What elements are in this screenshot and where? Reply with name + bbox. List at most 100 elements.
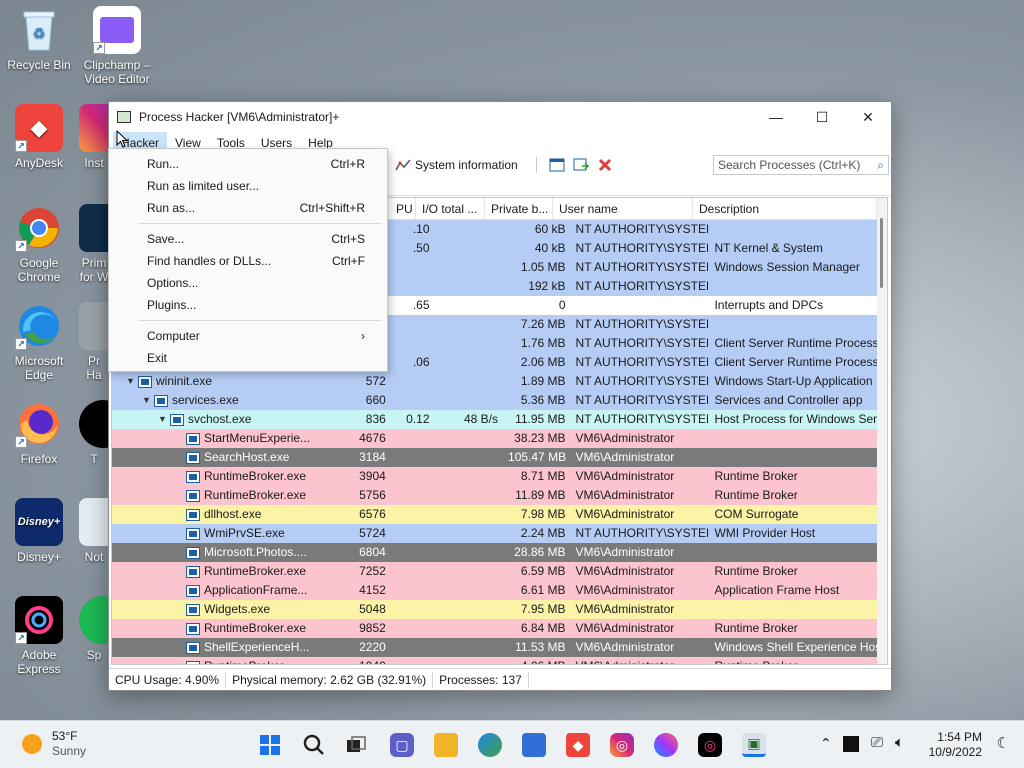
close-button[interactable]: ✕ — [845, 102, 891, 132]
table-row[interactable]: RuntimeBroker... 1940 4.06 MBVM6\Administr… — [112, 657, 887, 664]
menu-item-find-handles[interactable]: Find handles or DLLs... Ctrl+F — [109, 250, 387, 272]
table-row[interactable]: WmiPrvSE.exe 5724 2.24 MB NT AUTHORITY\SYST… — [112, 524, 887, 543]
system-information-button[interactable]: System information — [391, 158, 518, 172]
terminate-icon[interactable] — [597, 158, 613, 172]
file-explorer-button[interactable] — [434, 733, 458, 757]
clock[interactable]: 1:54 PM 10/9/2022 — [929, 730, 982, 760]
volume-icon[interactable]: 🔈︎ — [895, 734, 904, 751]
process-hacker-taskbar-button[interactable]: ▣ — [742, 733, 766, 757]
private-bytes-cell: 2.06 MB — [520, 355, 566, 369]
desktop-icon-instagram[interactable]: Inst — [79, 104, 109, 170]
table-row[interactable]: RuntimeBroker.exe 3904 8.71 MB VM6\Administ… — [112, 467, 887, 486]
column-cpu[interactable]: PU — [392, 198, 416, 219]
menu-item-computer[interactable]: Computer › — [109, 325, 387, 347]
edge-taskbar-button[interactable] — [478, 733, 502, 757]
table-row[interactable]: RuntimeBroker.exe 7252 6.59 MB VM6\Administ… — [112, 562, 887, 581]
desktop-icon-process-hacker[interactable]: Pr Ha — [79, 302, 109, 382]
column-io-total[interactable]: I/O total ... — [416, 198, 485, 219]
desktop-icon-tiktok[interactable]: T — [79, 400, 109, 466]
process-name-cell[interactable]: Widgets.exe — [112, 600, 341, 619]
title-bar[interactable]: Process Hacker [VM6\Administrator]+ — ☐ … — [109, 102, 891, 132]
menu-item-run-as[interactable]: Run as... Ctrl+Shift+R — [109, 197, 387, 219]
desktop-icon-anydesk[interactable]: ◆ ↗ AnyDesk — [1, 104, 77, 170]
process-name: svchost.exe — [188, 412, 252, 426]
window-icon[interactable] — [549, 158, 565, 172]
scrollbar-thumb[interactable] — [880, 218, 883, 288]
desktop-icon-edge[interactable]: ↗ Microsoft Edge — [1, 302, 77, 382]
network-icon[interactable]: ⎚ — [871, 734, 883, 751]
table-row[interactable]: ShellExperienceH... 2220 11.53 MB VM6\Admin… — [112, 638, 887, 657]
menu-item-save[interactable]: Save... Ctrl+S — [109, 228, 387, 250]
expand-arrow-icon[interactable]: ▼ — [142, 391, 154, 410]
tray-app-icon[interactable] — [843, 736, 859, 752]
process-name-cell[interactable]: dllhost.exe — [112, 505, 341, 524]
menu-item-run-limited[interactable]: Run as limited user... — [109, 175, 387, 197]
menu-item-options[interactable]: Options... — [109, 272, 387, 294]
process-name-cell[interactable]: RuntimeBroker.exe — [112, 619, 341, 638]
desktop-icon-firefox[interactable]: ↗ Firefox — [1, 400, 77, 466]
process-name-cell[interactable]: ▼ services.exe — [112, 391, 341, 410]
process-name-cell[interactable]: SearchHost.exe — [112, 448, 341, 467]
process-name-cell[interactable]: RuntimeBroker.exe — [112, 486, 341, 505]
table-row[interactable]: RuntimeBroker.exe 9852 6.84 MB VM6\Administ… — [112, 619, 887, 638]
pid-cell: 6576 — [359, 507, 386, 521]
table-row[interactable]: StartMenuExperie... 4676 38.23 MB VM6\Admin… — [112, 429, 887, 448]
process-name-cell[interactable]: ApplicationFrame... — [112, 581, 341, 600]
start-button[interactable] — [258, 733, 282, 757]
table-row[interactable]: ▼ wininit.exe 572 1.89 MB NT AUTHORITY\SYSTE… — [112, 372, 887, 391]
maximize-button[interactable]: ☐ — [799, 102, 845, 132]
search-button[interactable] — [302, 733, 326, 757]
instagram-taskbar-button[interactable]: ◎ — [610, 733, 634, 757]
process-name-cell[interactable]: Microsoft.Photos.... — [112, 543, 341, 562]
vertical-scrollbar[interactable] — [877, 198, 887, 664]
search-placeholder: Search Processes (Ctrl+K) — [718, 158, 861, 172]
adobe-express-taskbar-button[interactable]: ◎ — [698, 733, 722, 757]
desktop-icon-chrome[interactable]: ↗ Google Chrome — [1, 204, 77, 284]
desktop-icon-recycle-bin[interactable]: ♻ Recycle Bin — [1, 6, 77, 72]
desktop-icon-clipchamp[interactable]: ↗ Clipchamp – Video Editor — [79, 6, 155, 86]
process-name-cell[interactable]: ▼ svchost.exe — [112, 410, 341, 429]
desktop-icon-adobe-express[interactable]: ↗ Adobe Express — [1, 596, 77, 676]
store-button[interactable] — [522, 733, 546, 757]
desktop-icon-disney[interactable]: Disney+ Disney+ — [1, 498, 77, 564]
task-view-button[interactable] — [344, 733, 368, 757]
desktop-icon-spotify[interactable]: Sp — [79, 596, 109, 662]
column-user-name[interactable]: User name — [553, 198, 693, 219]
desktop-icon-notepad[interactable]: Not — [79, 498, 109, 564]
menu-item-run[interactable]: Run... Ctrl+R — [109, 153, 387, 175]
menu-item-plugins[interactable]: Plugins... — [109, 294, 387, 316]
table-row[interactable]: RuntimeBroker.exe 5756 11.89 MB VM6\Adminis… — [112, 486, 887, 505]
column-description[interactable]: Description — [693, 198, 877, 219]
menu-item-exit[interactable]: Exit — [109, 347, 387, 369]
focus-assist-icon[interactable]: ☾ — [997, 734, 1010, 752]
table-row[interactable]: ▼ svchost.exe 836 0.12 48 B/s 11.95 MB NT AUTH… — [112, 410, 887, 429]
table-row[interactable]: SearchHost.exe 3184 105.47 MB VM6\Administr… — [112, 448, 887, 467]
process-name-cell[interactable]: StartMenuExperie... — [112, 429, 341, 448]
table-row[interactable]: ApplicationFrame... 4152 6.61 MB VM6\Admini… — [112, 581, 887, 600]
messenger-taskbar-button[interactable] — [654, 733, 678, 757]
process-name-cell[interactable]: ▼ wininit.exe — [112, 372, 341, 391]
search-icon[interactable]: ⌕ — [877, 158, 884, 173]
process-name-cell[interactable]: ShellExperienceH... — [112, 638, 341, 657]
search-input[interactable]: Search Processes (Ctrl+K) ⌕ — [713, 155, 889, 175]
user-name-cell: NT AUTHORITY\SYSTEM — [575, 279, 709, 293]
process-name-cell[interactable]: RuntimeBroker.exe — [112, 467, 341, 486]
desktop-icon-prime[interactable]: Prim for W — [79, 204, 109, 284]
process-icon — [186, 622, 200, 635]
find-window-icon[interactable] — [573, 158, 589, 172]
column-private-bytes[interactable]: Private b... — [485, 198, 553, 219]
process-name-cell[interactable]: WmiPrvSE.exe — [112, 524, 341, 543]
table-row[interactable]: dllhost.exe 6576 7.98 MB VM6\Administrator C… — [112, 505, 887, 524]
show-hidden-icons-chevron-icon[interactable]: ⌃ — [820, 735, 832, 752]
expand-arrow-icon[interactable]: ▼ — [158, 410, 170, 429]
table-row[interactable]: Widgets.exe 5048 7.95 MB VM6\Administrator — [112, 600, 887, 619]
weather-widget[interactable]: 53°F Sunny — [22, 729, 86, 759]
table-row[interactable]: ▼ services.exe 660 5.36 MB NT AUTHORITY\SYST… — [112, 391, 887, 410]
teams-chat-button[interactable]: ▢ — [390, 733, 414, 757]
table-row[interactable]: Microsoft.Photos.... 6804 28.86 MB VM6\Admi… — [112, 543, 887, 562]
process-name-cell[interactable]: RuntimeBroker.exe — [112, 562, 341, 581]
process-name-cell[interactable]: RuntimeBroker... — [112, 657, 341, 664]
anydesk-taskbar-button[interactable]: ◆ — [566, 733, 590, 757]
minimize-button[interactable]: — — [753, 102, 799, 132]
expand-arrow-icon[interactable]: ▼ — [126, 372, 138, 391]
